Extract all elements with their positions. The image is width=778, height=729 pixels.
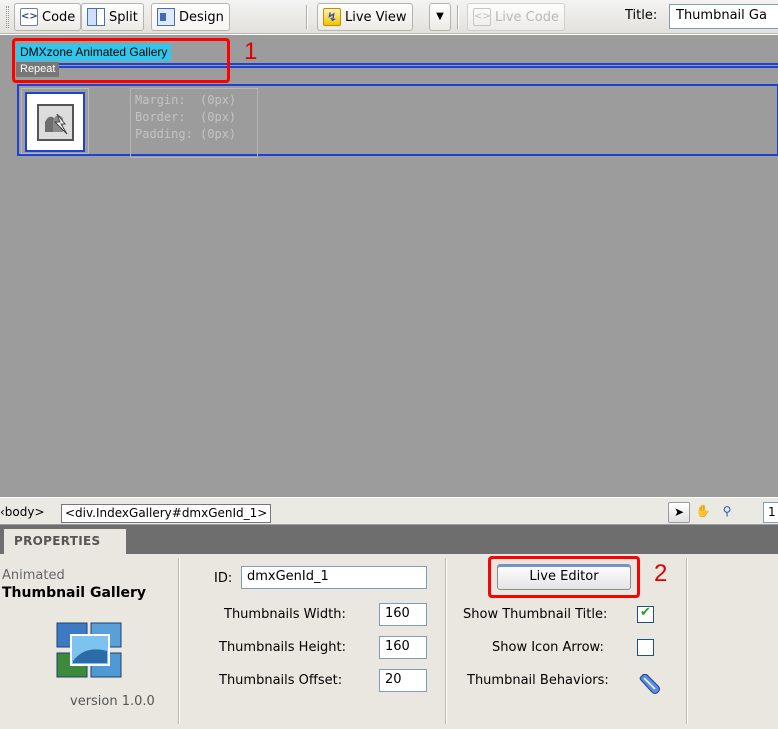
live-code-button[interactable]: <> Live Code <box>467 3 565 31</box>
live-view-icon: ↯ <box>323 8 341 26</box>
split-view-button[interactable]: Split <box>81 3 144 31</box>
code-view-button[interactable]: <> Code <box>14 3 82 31</box>
thumbnails-width-input[interactable]: 160 <box>379 603 427 626</box>
show-icon-arrow-checkbox[interactable] <box>637 639 654 656</box>
live-view-label: Live View <box>345 9 407 25</box>
zoom-level-field[interactable]: 1 <box>763 502 778 523</box>
widget-name-line2: Thumbnail Gallery <box>2 585 147 601</box>
image-placeholder-icon <box>37 104 74 141</box>
design-view-button[interactable]: Design <box>151 3 230 31</box>
toolbar-grip[interactable] <box>6 6 9 28</box>
code-view-label: Code <box>42 9 76 25</box>
show-thumbnail-title-label: Show Thumbnail Title: <box>463 607 608 622</box>
show-thumbnail-title-checkbox[interactable] <box>637 605 654 623</box>
code-icon: <> <box>20 8 38 26</box>
thumbnails-offset-input[interactable]: 20 <box>379 669 427 692</box>
box-model-tooltip: Margin: (0px) Border: (0px) Padding: (0p… <box>130 88 258 158</box>
callout-box-1 <box>12 38 230 83</box>
toolbar-separator <box>457 5 459 29</box>
title-input[interactable]: Thumbnail Ga <box>669 4 778 29</box>
design-canvas[interactable]: DMXzone Animated Gallery Repeat 1 Margin… <box>0 35 778 497</box>
callout-box-2 <box>488 556 640 598</box>
panel-tab-bar: PROPERTIES <box>0 525 778 554</box>
id-input[interactable]: dmxGenId_1 <box>241 566 427 589</box>
thumbnails-height-label: Thumbnails Height: <box>219 640 347 655</box>
panel-divider <box>686 558 688 724</box>
hand-icon: ✋ <box>695 504 711 518</box>
title-label: Title: <box>625 8 658 23</box>
properties-panel: Animated Thumbnail Gallery version 1.0.0… <box>0 554 778 729</box>
border-info: Border: (0px) <box>135 110 237 124</box>
thumbnail-behaviors-label: Thumbnail Behaviors: <box>467 673 609 688</box>
tab-properties[interactable]: PROPERTIES <box>4 529 126 554</box>
split-icon <box>87 8 105 26</box>
thumbnails-offset-label: Thumbnails Offset: <box>219 673 343 688</box>
magnifier-icon: ⚲ <box>722 504 732 518</box>
hand-tool-button[interactable]: ✋ <box>692 502 714 523</box>
document-toolbar: <> Code Split Design ↯ Live View ▼ <> Li… <box>0 0 778 34</box>
thumbnails-width-label: Thumbnails Width: <box>224 607 346 622</box>
thumbnail-image[interactable] <box>25 92 85 152</box>
show-icon-arrow-label: Show Icon Arrow: <box>492 640 604 655</box>
panel-divider <box>178 558 180 724</box>
toolbar-separator <box>306 5 308 29</box>
widget-name-line1: Animated <box>2 568 65 583</box>
tag-selector-bar: ‹body> <div.IndexGallery#dmxGenId_1> ➤ ✋… <box>0 497 778 525</box>
design-icon <box>157 8 175 26</box>
callout-number-1: 1 <box>244 38 258 65</box>
split-view-label: Split <box>109 9 138 25</box>
gallery-logo-icon <box>55 621 125 681</box>
behaviors-icon[interactable] <box>638 673 662 696</box>
tag-body[interactable]: ‹body> <box>0 504 45 523</box>
padding-info: Padding: (0px) <box>135 127 237 141</box>
margin-info: Margin: (0px) <box>135 93 237 107</box>
id-label: ID: <box>214 571 233 586</box>
live-code-icon: <> <box>473 8 491 26</box>
panel-divider <box>445 558 447 724</box>
thumbnail-cell[interactable] <box>21 88 89 154</box>
version-label: version 1.0.0 <box>70 694 155 709</box>
chevron-down-icon: ▼ <box>436 11 444 22</box>
live-view-button[interactable]: ↯ Live View <box>317 3 413 31</box>
tag-div-gallery[interactable]: <div.IndexGallery#dmxGenId_1> <box>61 504 272 523</box>
thumbnails-height-input[interactable]: 160 <box>379 636 427 659</box>
design-view-label: Design <box>179 9 224 25</box>
pointer-icon: ➤ <box>673 505 685 519</box>
live-code-label: Live Code <box>495 9 559 25</box>
zoom-tool-button[interactable]: ⚲ <box>716 502 738 523</box>
live-view-dropdown[interactable]: ▼ <box>429 3 451 31</box>
callout-number-2: 2 <box>654 560 668 587</box>
select-tool-button[interactable]: ➤ <box>668 502 690 523</box>
